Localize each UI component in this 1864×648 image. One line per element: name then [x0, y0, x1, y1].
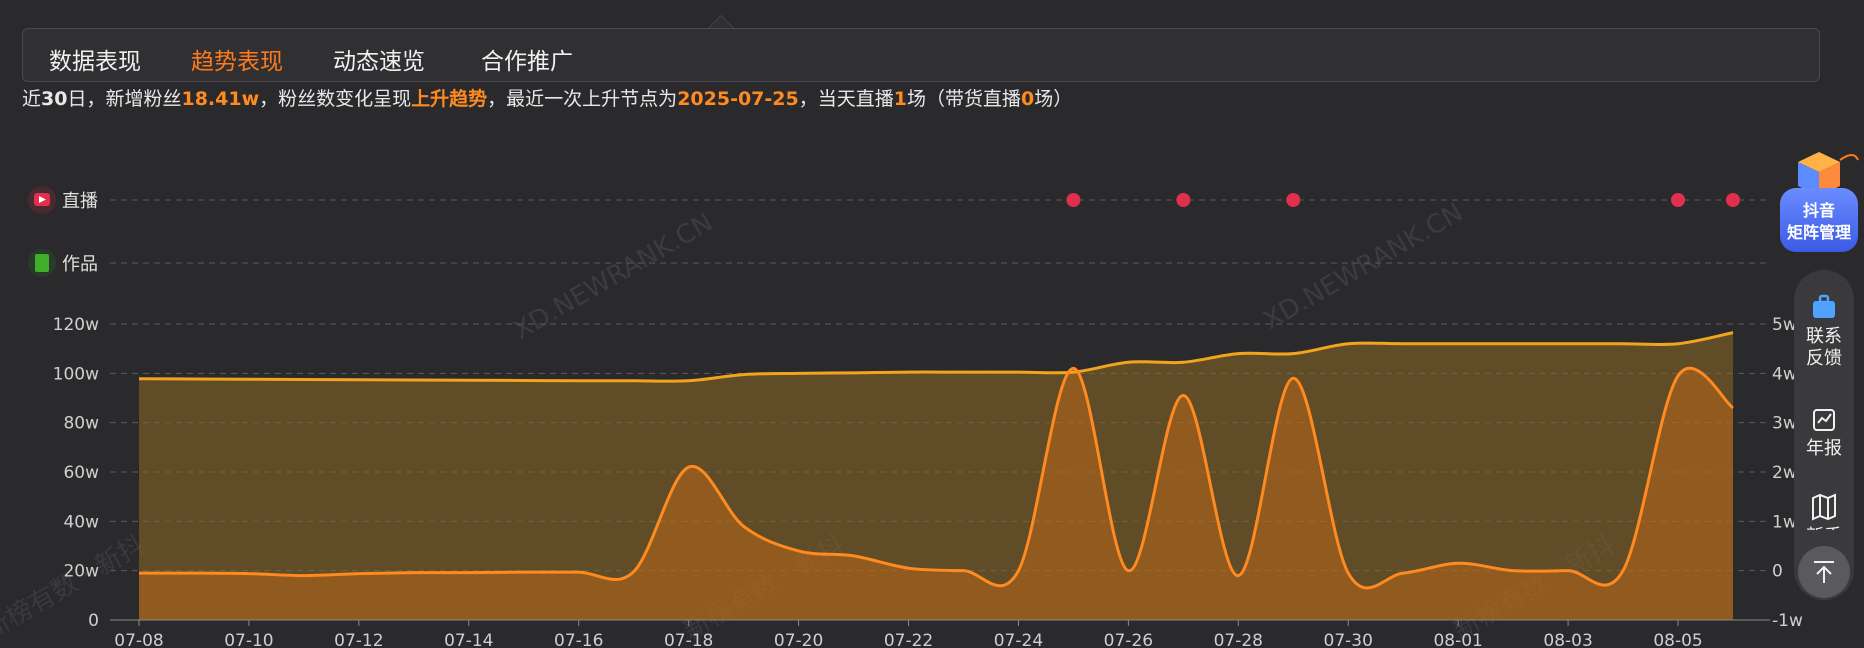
- live-event-dot[interactable]: [1671, 193, 1686, 207]
- x-tick-label: 08-03: [1543, 631, 1592, 648]
- live-event-dot[interactable]: [1726, 193, 1740, 207]
- map-icon: [1812, 493, 1836, 521]
- x-tick-label: 07-16: [554, 631, 603, 648]
- y-left-tick-label: 20w: [63, 562, 99, 582]
- y-left-tick-label: 0: [88, 611, 99, 631]
- x-tick-label: 07-14: [444, 631, 493, 648]
- x-tick-label: 08-01: [1433, 631, 1482, 648]
- x-tick-label: 07-26: [1104, 631, 1153, 648]
- x-tick-label: 07-30: [1324, 631, 1373, 648]
- report-icon: [1813, 409, 1835, 431]
- live-event-dot[interactable]: [1066, 193, 1081, 207]
- y-left-tick-label: 80w: [63, 414, 99, 434]
- y-right-tick-label: -1w: [1772, 611, 1803, 631]
- works-row-label: 作品: [62, 254, 98, 275]
- arrow-up-icon: [1814, 561, 1834, 583]
- watermark: XD.NEWRANK.CN: [1259, 198, 1469, 336]
- works-icon: [35, 254, 49, 272]
- back-to-top-button[interactable]: [1798, 546, 1850, 598]
- watermark: 新榜有数 · 新抖: [0, 530, 150, 646]
- watermark: XD.NEWRANK.CN: [509, 208, 719, 346]
- briefcase-icon: [1813, 294, 1835, 318]
- live-row-label: 直播: [62, 191, 98, 212]
- x-tick-label: 07-12: [334, 631, 383, 648]
- y-left-tick-label: 60w: [63, 463, 99, 483]
- feedback-button[interactable]: 联系 反馈: [1794, 292, 1854, 370]
- x-tick-label: 07-22: [884, 631, 933, 648]
- x-tick-label: 07-10: [224, 631, 273, 648]
- x-tick-label: 07-18: [664, 631, 713, 648]
- y-left-tick-label: 100w: [53, 364, 99, 384]
- x-tick-label: 07-24: [994, 631, 1043, 648]
- annual-report-button[interactable]: 年报: [1794, 404, 1854, 460]
- douyin-matrix-button[interactable]: 抖音 矩阵管理: [1778, 148, 1860, 254]
- x-tick-label: 08-05: [1653, 631, 1702, 648]
- fans-trend-chart[interactable]: XD.NEWRANK.CNXD.NEWRANK.CN新榜有数 · 新抖新榜有数 …: [0, 0, 1864, 648]
- x-tick-label: 07-20: [774, 631, 823, 648]
- guide-button[interactable]: 新手: [1794, 492, 1854, 530]
- y-left-tick-label: 40w: [63, 512, 99, 532]
- live-event-dot[interactable]: [1286, 193, 1301, 207]
- live-event-dot[interactable]: [1176, 193, 1191, 207]
- x-tick-label: 07-08: [114, 631, 163, 648]
- y-left-tick-label: 120w: [53, 315, 99, 335]
- x-tick-label: 07-28: [1214, 631, 1263, 648]
- y-right-tick-label: 0: [1772, 562, 1783, 582]
